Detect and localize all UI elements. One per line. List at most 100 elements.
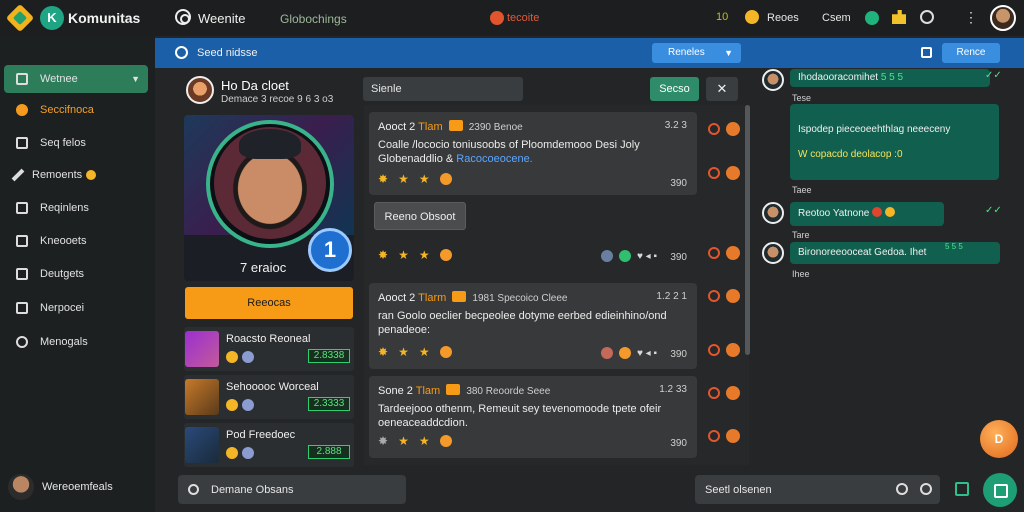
friend-name: Pod Freedoec (226, 429, 296, 441)
bottom-search-field[interactable]: Demane Obsans (178, 475, 406, 504)
chat-message-input[interactable]: Seetl olsenen (695, 475, 940, 504)
expand-icon[interactable] (921, 47, 932, 58)
chat-bubble[interactable]: Bironoreeooceat Gedoa. Ihet (790, 242, 1000, 264)
status-text[interactable]: tecoite (507, 12, 539, 24)
widget-icon (16, 268, 28, 280)
profile-name: Ho Da cloet (221, 78, 289, 93)
emoji-icon[interactable] (439, 435, 452, 447)
notification-item[interactable] (704, 281, 742, 311)
friend-item[interactable]: Sehooooc Worceal 2.3333 (184, 375, 354, 419)
post-reactions[interactable]: ✸ ★ ★ (378, 172, 452, 186)
sidebar-item-settings[interactable]: Menogals (4, 328, 148, 356)
star-icon[interactable]: ★ (398, 345, 409, 359)
notification-item[interactable] (704, 378, 742, 408)
post-reactions[interactable]: ✸ ★ ★ (378, 345, 452, 359)
post-reactions[interactable]: ✸ ★ ★ (378, 248, 452, 262)
sidebar-item-contacts[interactable]: Kneooets (4, 227, 148, 255)
user-avatar[interactable] (990, 5, 1016, 31)
chat-bubble[interactable]: Ihodaooracomihet 5 5 5 (790, 69, 990, 87)
star-icon[interactable]: ★ (419, 172, 430, 186)
star-icon[interactable]: ★ (419, 345, 430, 359)
attachment-button[interactable]: Reeno Obsoot (374, 202, 466, 230)
more-vertical-icon[interactable]: ⋮ (964, 9, 978, 26)
post-author[interactable]: Aooct 2 (378, 292, 415, 304)
notification-item[interactable] (704, 158, 742, 188)
level-badge: 1 (308, 228, 352, 272)
globe-icon[interactable] (600, 347, 613, 359)
post-reactions[interactable]: ✸ ★ ★ (378, 434, 452, 448)
floating-action-button[interactable]: D (980, 420, 1018, 458)
sidebar-item-reports[interactable]: Nerpocei (4, 294, 148, 322)
hero-card[interactable]: 1 7 eraioc (184, 115, 354, 281)
star-icon[interactable]: ★ (398, 434, 409, 448)
send-button[interactable] (983, 473, 1017, 507)
brand-name[interactable]: Komunitas (68, 10, 140, 26)
chat-avatar[interactable] (762, 202, 784, 224)
top-title[interactable]: Weenite (198, 11, 245, 26)
post-body: Coalle /lococio toniusoobs of Ploomdemoo… (378, 138, 688, 166)
settings-icon[interactable] (920, 10, 934, 24)
friend-item[interactable]: Pod Freedoec 2.888 (184, 423, 354, 467)
profile-action-button[interactable]: Reeocas (185, 287, 353, 319)
filter-dropdown[interactable]: Reneles ▼ (652, 43, 741, 63)
profile-avatar[interactable] (186, 76, 214, 104)
globe-icon[interactable] (600, 250, 613, 262)
star-icon[interactable]: ★ (419, 248, 430, 262)
emoji-icon[interactable] (439, 249, 452, 261)
chat-avatar[interactable] (762, 69, 784, 91)
sidebar-item-moments[interactable]: Remoents (4, 161, 148, 189)
feed-post[interactable]: Sone 2 Tlam 380 Reoorde Seee 1.2 33 Tard… (369, 376, 697, 458)
post-actions: ♥ ◂ ▪ (600, 347, 657, 359)
share-icon[interactable]: ♥ ◂ ▪ (637, 251, 657, 262)
sidebar-item-feeds[interactable]: Seq felos (4, 129, 148, 157)
top-subtitle[interactable]: Globochings (280, 12, 347, 26)
post-author[interactable]: Aooct 2 (378, 121, 415, 133)
smile-icon[interactable] (745, 10, 759, 24)
like-icon[interactable] (618, 347, 631, 359)
sparkle-icon[interactable]: ✸ (378, 434, 388, 448)
friend-item[interactable]: Roacsto Reoneal 2.8338 (184, 327, 354, 371)
feed-search-input[interactable]: Sienle (363, 77, 523, 101)
media-icon[interactable] (955, 482, 969, 496)
read-receipt-icon: ✓✓ (985, 70, 1002, 81)
channel-action-button[interactable]: Rence (942, 43, 1000, 63)
emoji-icon[interactable] (439, 173, 452, 185)
star-icon[interactable]: ★ (419, 434, 430, 448)
notification-item[interactable] (704, 238, 742, 268)
chat-bubble[interactable]: Ispodep pieceoeehthlag neeeceny W copacd… (790, 104, 999, 180)
brand-logo-icon[interactable]: K (40, 6, 64, 30)
chat-avatar[interactable] (762, 242, 784, 264)
notification-item[interactable] (704, 421, 742, 451)
feed-post[interactable]: Aooct 2 Tlam 2390 Benoe 3.2 3 Coalle /lo… (369, 112, 697, 195)
sidebar-item-home[interactable]: Wetnee ▼ (4, 65, 148, 93)
attach-icon[interactable] (920, 483, 932, 495)
sidebar-item-requests[interactable]: Reqinlens (4, 194, 148, 222)
emoji-picker-icon[interactable] (896, 483, 908, 495)
search-icon[interactable] (175, 46, 188, 59)
sidebar-user-avatar[interactable] (8, 474, 34, 500)
top-link-1[interactable]: Reoes (767, 12, 799, 24)
top-link-2[interactable]: Csem (822, 12, 851, 24)
emoji-icon[interactable] (439, 346, 452, 358)
feed-post[interactable]: Aooct 2 Tlarm 1981 Specoico Cleee 1.2 2 … (369, 283, 697, 369)
notification-item[interactable] (704, 335, 742, 365)
close-icon[interactable]: ✕ (706, 77, 738, 101)
online-status-icon[interactable] (865, 11, 879, 25)
star-icon[interactable]: ★ (398, 248, 409, 262)
post-author[interactable]: Sone 2 (378, 385, 413, 397)
sparkle-icon[interactable]: ✸ (378, 345, 388, 359)
sidebar-item-widgets[interactable]: Deutgets (4, 260, 148, 288)
sparkle-icon[interactable]: ✸ (378, 172, 388, 186)
like-icon[interactable] (618, 250, 631, 262)
post-link[interactable]: Racocoeocene. (456, 153, 532, 165)
app-icon[interactable] (175, 9, 191, 25)
chat-bubble[interactable]: Reotoo Yatnone (790, 202, 944, 226)
sparkle-icon[interactable]: ✸ (378, 248, 388, 262)
notification-item[interactable] (704, 114, 742, 144)
sidebar-user-name[interactable]: Wereoemfeals (42, 481, 113, 493)
star-icon[interactable]: ★ (398, 172, 409, 186)
sidebar-item-discover[interactable]: Seccifnoca (4, 96, 148, 124)
feed-scrollbar[interactable] (745, 105, 750, 355)
share-icon[interactable]: ♥ ◂ ▪ (637, 348, 657, 359)
feed-submit-button[interactable]: Secso (650, 77, 699, 101)
